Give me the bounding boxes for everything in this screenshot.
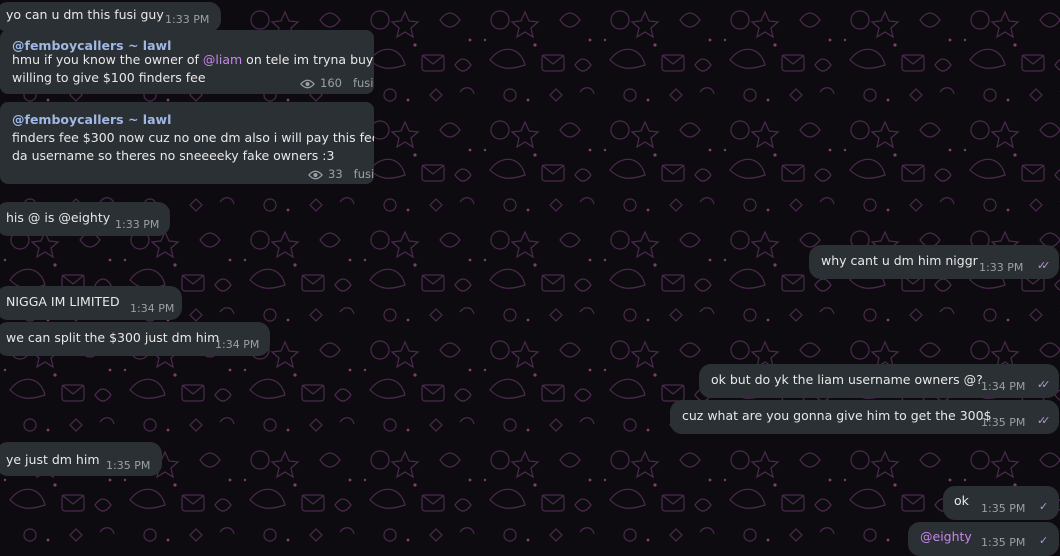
mention-link[interactable]: @liam (203, 52, 242, 67)
post-signer: fusi. (352, 76, 374, 90)
mention-link[interactable]: @eighty (920, 528, 972, 546)
message-bubble[interactable]: why cant u dm him niggr 1:33 PM ✓✓ (809, 245, 1059, 279)
eye-icon (308, 170, 323, 179)
message-bubble[interactable]: NIGGA IM LIMITED 1:34 PM (0, 286, 182, 320)
message-time: 1:35 PM (981, 502, 1026, 515)
message-text: his @ is @eighty (6, 210, 111, 225)
message-bubble[interactable]: ok 1:35 PM ✓ (943, 486, 1059, 520)
double-check-icon: ✓✓ (1037, 414, 1051, 427)
double-check-icon: ✓✓ (1037, 378, 1051, 391)
view-count: 33 fusi. (308, 165, 374, 184)
message-text: ok (954, 493, 969, 508)
message-text: ok but do yk the liam username owners @? (711, 372, 983, 387)
message-text: ye just dm him (6, 452, 100, 467)
message-bubble[interactable]: yo can u dm this fusi guy 1:33 PM (0, 2, 221, 32)
message-bubble[interactable]: ye just dm him 1:35 PM (0, 442, 162, 476)
message-bubble[interactable]: his @ is @eighty 1:33 PM (0, 202, 170, 236)
message-line: finders fee $300 now cuz no one dm also … (12, 130, 374, 145)
eye-icon (300, 79, 315, 88)
double-check-icon: ✓✓ (1037, 259, 1051, 272)
forwarded-message[interactable]: @femboycallers ~ lawl finders fee $300 n… (0, 102, 374, 184)
message-line: da username so theres no sneeeeky fake o… (12, 148, 335, 163)
message-bubble[interactable]: cuz what are you gonna give him to get t… (670, 400, 1059, 434)
message-text: we can split the $300 just dm him (6, 330, 220, 345)
message-time: 1:35 PM (981, 536, 1026, 549)
message-time: 1:34 PM (130, 302, 175, 315)
message-time: 1:34 PM (981, 380, 1026, 393)
message-text: yo can u dm this fusi guy (6, 7, 164, 22)
message-text: NIGGA IM LIMITED (6, 294, 120, 309)
forward-author[interactable]: @femboycallers ~ lawl (12, 110, 171, 129)
message-time: 1:33 PM (979, 261, 1024, 274)
message-bubble[interactable]: we can split the $300 just dm him 1:34 P… (0, 322, 270, 356)
message-time: 1:33 PM (165, 13, 210, 26)
message-text: cuz what are you gonna give him to get t… (682, 408, 992, 423)
message-text: why cant u dm him niggr (821, 253, 978, 268)
double-check-icon: ✓ (1039, 500, 1048, 513)
view-count: 160 fusi. (300, 74, 374, 93)
message-time: 1:35 PM (106, 459, 151, 472)
message-time: 1:35 PM (981, 416, 1026, 429)
message-time: 1:34 PM (215, 338, 260, 351)
post-signer: fusi. (353, 167, 374, 181)
message-line: willing to give $100 finders fee (12, 70, 206, 85)
forwarded-message[interactable]: @femboycallers ~ lawl hmu if you know th… (0, 30, 374, 94)
message-bubble[interactable]: ok but do yk the liam username owners @?… (699, 364, 1059, 398)
message-line: hmu if you know the owner of @liam on te… (12, 52, 374, 67)
check-icon: ✓ (1039, 534, 1048, 547)
message-bubble[interactable]: @eighty 1:35 PM ✓ (908, 522, 1059, 556)
message-time: 1:33 PM (115, 218, 160, 231)
